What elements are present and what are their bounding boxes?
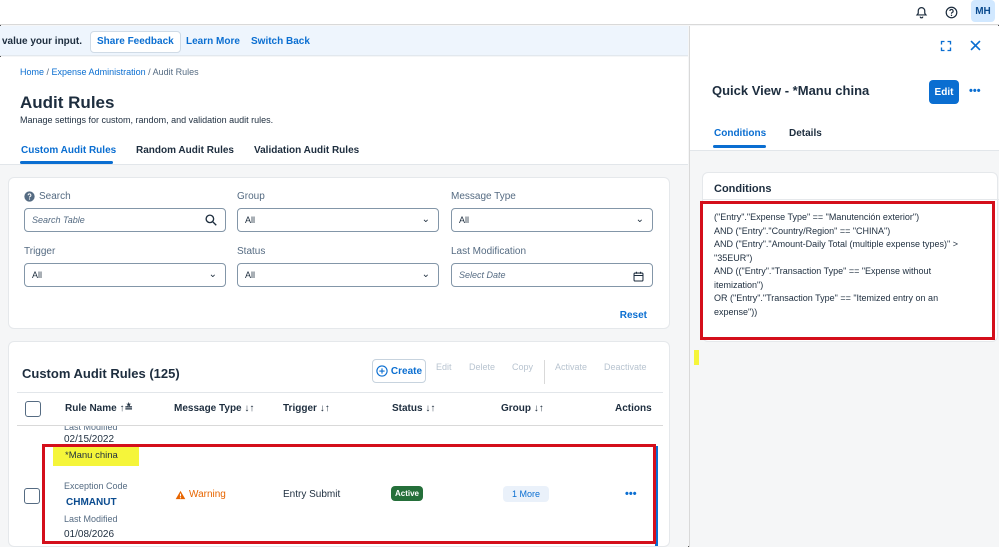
fullscreen-icon[interactable]: [940, 40, 952, 55]
sort-icon: ↑≛: [119, 403, 133, 414]
search-label-wrap: Search: [24, 191, 71, 202]
breadcrumb-expense-administration[interactable]: Expense Administration: [52, 67, 146, 77]
message-type-value: All: [459, 215, 470, 225]
trigger-select[interactable]: All ⌄: [24, 263, 226, 287]
learn-more-link[interactable]: Learn More: [186, 36, 240, 47]
search-icon[interactable]: [205, 213, 217, 235]
column-rule-name[interactable]: Rule Name ↑≛: [65, 403, 133, 414]
prev-row-last-modified-label: Last Modified: [64, 426, 118, 432]
feedback-banner: value your input. Share Feedback Learn M…: [0, 26, 688, 56]
breadcrumb: Home / Expense Administration / Audit Ru…: [20, 67, 199, 77]
tab-details[interactable]: Details: [789, 128, 822, 139]
sort-icon: ↓↑: [533, 403, 544, 414]
quick-view-more-button[interactable]: •••: [969, 85, 981, 97]
status-value: All: [245, 270, 256, 280]
deactivate-button[interactable]: Deactivate: [604, 362, 647, 372]
add-circle-icon: [376, 365, 388, 377]
bell-icon[interactable]: [913, 4, 929, 20]
sort-icon: ↓↑: [244, 403, 255, 414]
active-tab-indicator: [20, 161, 113, 164]
group-value: All: [245, 215, 256, 225]
page-header: Home / Expense Administration / Audit Ru…: [0, 57, 688, 165]
shell-bar: MH: [0, 0, 999, 25]
divider: [703, 199, 999, 200]
breadcrumb-current: Audit Rules: [152, 67, 199, 77]
column-trigger[interactable]: Trigger ↓↑: [283, 403, 330, 414]
sort-icon: ↓↑: [319, 403, 330, 414]
column-message-type-label: Message Type: [174, 403, 242, 414]
create-button[interactable]: Create: [372, 359, 426, 383]
message-type-select[interactable]: All ⌄: [451, 208, 653, 232]
quick-view-title: Quick View - *Manu china: [712, 83, 870, 98]
page-title: Audit Rules: [20, 93, 115, 112]
select-all-checkbox[interactable]: [25, 401, 41, 417]
group-label: Group: [237, 191, 265, 202]
message-type-label: Message Type: [451, 191, 516, 202]
last-modification-label: Last Modification: [451, 246, 527, 257]
help-icon[interactable]: [943, 4, 959, 20]
calendar-icon[interactable]: [633, 269, 644, 291]
last-modification-date-picker[interactable]: Select Date: [451, 263, 653, 287]
close-icon[interactable]: [969, 39, 982, 55]
tab-conditions[interactable]: Conditions: [714, 128, 766, 139]
breadcrumb-separator: /: [44, 67, 52, 77]
column-actions: Actions: [615, 403, 652, 414]
table-title: Custom Audit Rules (125): [22, 366, 180, 381]
chevron-down-icon: ⌄: [635, 214, 644, 225]
switch-back-link[interactable]: Switch Back: [251, 36, 310, 47]
share-feedback-button[interactable]: Share Feedback: [90, 31, 181, 53]
breadcrumb-separator: /: [145, 67, 153, 77]
create-label: Create: [390, 365, 423, 377]
trigger-label: Trigger: [24, 246, 56, 257]
column-status[interactable]: Status ↓↑: [392, 403, 435, 414]
delete-button[interactable]: Delete: [469, 362, 495, 372]
edit-button[interactable]: Edit: [436, 362, 452, 372]
group-select[interactable]: All ⌄: [237, 208, 439, 232]
status-label: Status: [237, 246, 266, 257]
search-placeholder: Search Table: [32, 215, 85, 225]
row-highlight-box: [42, 444, 656, 544]
trigger-value: All: [32, 270, 43, 280]
help-circle-icon: [24, 191, 35, 202]
column-group-label: Group: [501, 403, 531, 414]
conditions-title: Conditions: [714, 183, 772, 195]
last-modification-placeholder: Select Date: [459, 270, 506, 280]
table-header: Rule Name ↑≛ Message Type ↓↑ Trigger ↓↑ …: [17, 392, 663, 426]
activate-button[interactable]: Activate: [555, 362, 587, 372]
search-input[interactable]: Search Table: [24, 208, 226, 232]
search-label: Search: [39, 191, 71, 202]
row-checkbox[interactable]: [24, 488, 40, 504]
toolbar-divider: [544, 360, 545, 384]
column-group[interactable]: Group ↓↑: [501, 403, 544, 414]
tab-custom-audit-rules[interactable]: Custom Audit Rules: [21, 145, 116, 156]
column-rule-name-label: Rule Name: [65, 403, 117, 414]
breadcrumb-home[interactable]: Home: [20, 67, 44, 77]
copy-button[interactable]: Copy: [512, 362, 533, 372]
tab-validation-audit-rules[interactable]: Validation Audit Rules: [254, 145, 359, 156]
tab-random-audit-rules[interactable]: Random Audit Rules: [136, 145, 234, 156]
avatar[interactable]: MH: [971, 0, 995, 22]
quick-view-edit-button[interactable]: Edit: [929, 80, 959, 104]
filter-bar: Search Search Table Group All ⌄ Message …: [8, 177, 670, 329]
yellow-annotation-mark: [694, 350, 699, 365]
conditions-highlight-box: [700, 201, 995, 340]
active-tab-indicator: [713, 145, 766, 148]
column-trigger-label: Trigger: [283, 403, 317, 414]
sort-icon: ↓↑: [425, 403, 436, 414]
chevron-down-icon: ⌄: [208, 269, 217, 280]
page-subtitle: Manage settings for custom, random, and …: [20, 115, 274, 125]
column-message-type[interactable]: Message Type ↓↑: [174, 403, 254, 414]
reset-button[interactable]: Reset: [620, 310, 647, 321]
feedback-text: value your input.: [2, 36, 83, 47]
column-status-label: Status: [392, 403, 423, 414]
chevron-down-icon: ⌄: [421, 214, 430, 225]
status-select[interactable]: All ⌄: [237, 263, 439, 287]
chevron-down-icon: ⌄: [421, 269, 430, 280]
